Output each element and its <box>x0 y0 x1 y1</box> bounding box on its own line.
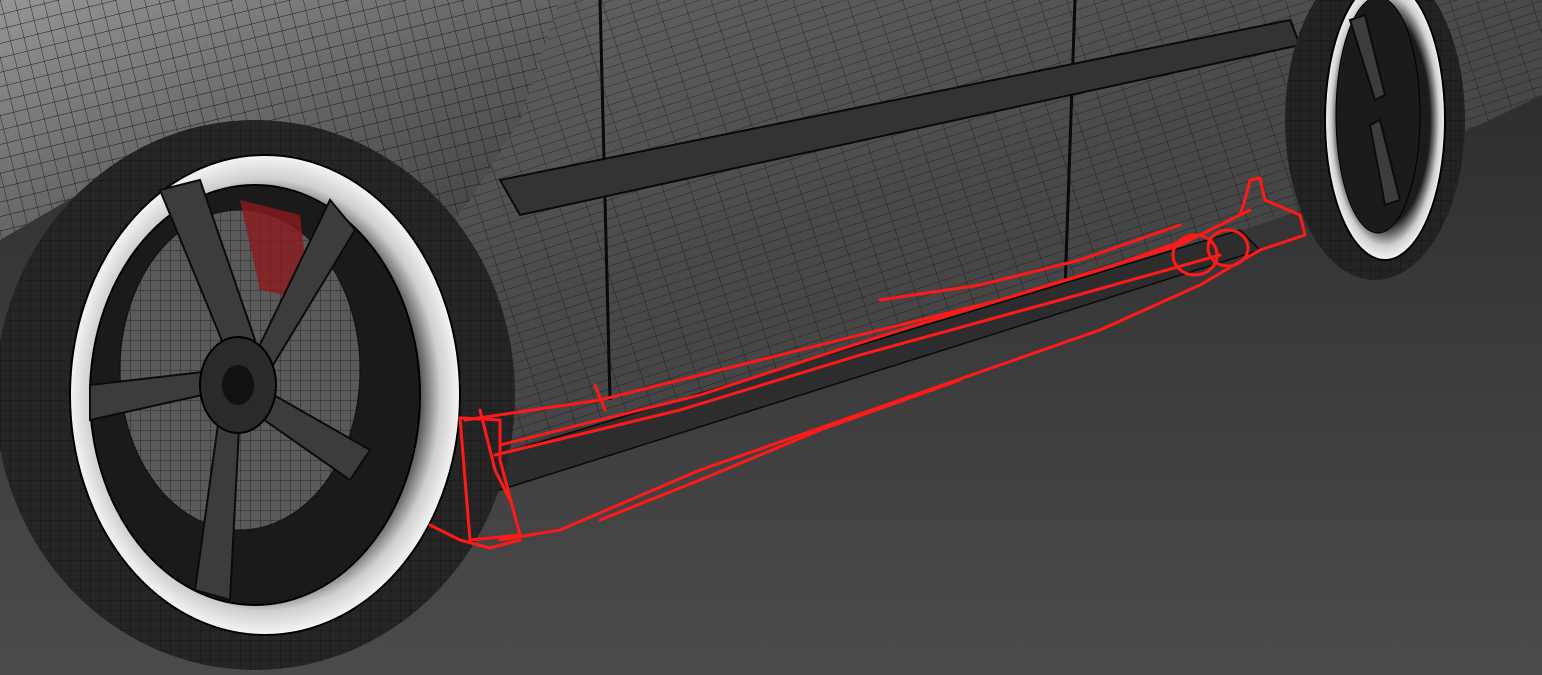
front-wheel <box>0 120 515 670</box>
wireframe-render <box>0 0 1542 675</box>
render-viewport <box>0 0 1542 675</box>
